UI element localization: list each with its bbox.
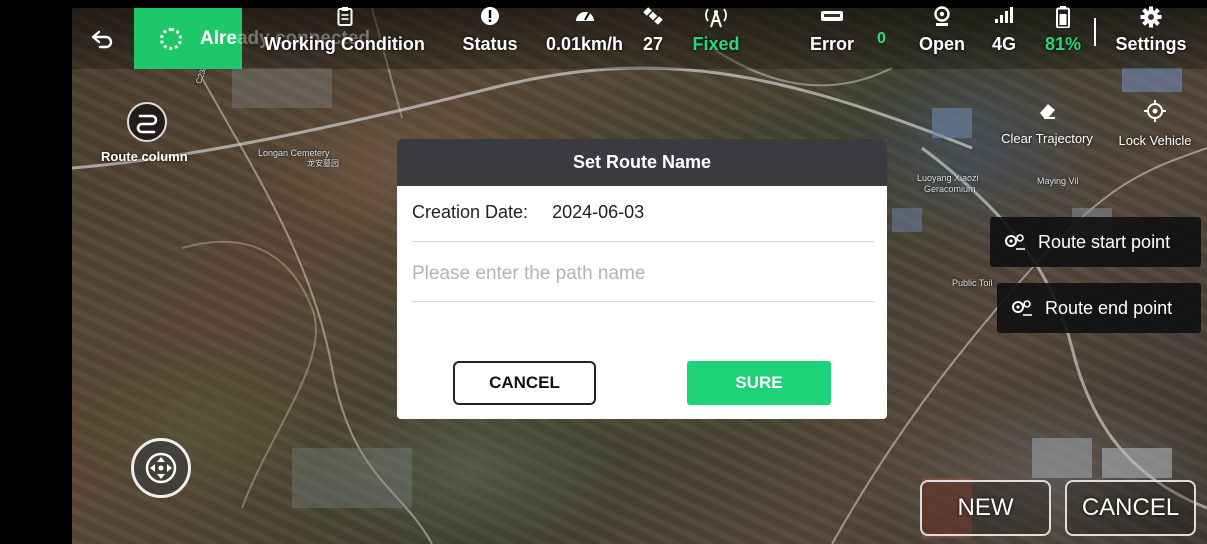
creation-date-row: Creation Date: 2024-06-03 — [412, 202, 644, 223]
loading-spinner-icon — [160, 28, 182, 50]
eraser-icon — [1040, 104, 1055, 119]
error-count-badge: 0 — [877, 30, 886, 47]
alert-icon — [458, 6, 522, 30]
vehicle-icon — [806, 6, 858, 30]
antenna-icon — [688, 6, 744, 30]
new-route-button[interactable]: NEW — [920, 480, 1051, 536]
map-label-cemetery: Longan Cemetery — [258, 148, 330, 158]
satellite-count: 27 — [638, 6, 668, 55]
creation-date-label: Creation Date: — [412, 202, 529, 222]
route-start-point-button[interactable]: Route start point — [990, 217, 1201, 267]
network-indicator: 4G — [988, 6, 1020, 55]
dialog-sure-button[interactable]: SURE — [687, 361, 831, 405]
rtk-fix-indicator: Fixed — [688, 6, 744, 55]
map-label-maying: Maying Vil — [1037, 176, 1079, 186]
dialog-divider — [412, 241, 874, 242]
battery-icon — [1039, 6, 1087, 30]
dialog-title: Set Route Name — [397, 139, 887, 186]
crosshair-icon — [1144, 100, 1166, 122]
direction-joystick[interactable] — [131, 438, 191, 498]
location-pin-icon — [914, 6, 970, 30]
dialog-cancel-button[interactable]: CANCEL — [453, 361, 596, 405]
lock-vehicle-button[interactable]: Lock Vehicle — [1112, 100, 1198, 148]
route-end-point-button[interactable]: Route end point — [997, 283, 1201, 333]
route-column-button[interactable] — [127, 102, 167, 142]
map-label-cemetery-cn: 龙安墓园 — [307, 159, 339, 168]
route-point-icon — [1012, 300, 1032, 316]
input-underline — [412, 301, 874, 302]
status-indicator[interactable]: Status — [458, 6, 522, 55]
joystick-icon — [145, 452, 177, 484]
topbar-divider — [1094, 18, 1096, 46]
speedometer-icon — [537, 6, 632, 30]
cancel-bottom-button[interactable]: CANCEL — [1065, 480, 1196, 536]
creation-date-value: 2024-06-03 — [552, 202, 645, 222]
clipboard-icon — [257, 6, 432, 30]
set-route-name-dialog: Set Route Name Creation Date: 2024-06-03 … — [397, 139, 887, 419]
route-list-icon — [136, 114, 158, 134]
gear-icon — [1110, 6, 1192, 30]
working-condition-indicator[interactable]: Working Condition — [257, 6, 432, 55]
settings-button[interactable]: Settings — [1110, 6, 1192, 55]
route-point-icon — [1005, 234, 1025, 250]
route-column-label: Route column — [101, 149, 188, 164]
route-name-input[interactable] — [412, 257, 874, 291]
left-black-border — [0, 0, 72, 544]
map-label-public-toilet: Public Toil — [952, 278, 993, 288]
clear-trajectory-button[interactable]: Clear Trajectory — [996, 100, 1098, 146]
back-icon[interactable] — [90, 28, 116, 50]
map-label-luoyang: Luoyang Xiaozi — [917, 173, 979, 183]
signal-bars-icon — [988, 6, 1020, 30]
map-label-geracomium: Geracomium — [924, 184, 976, 194]
speed-indicator: 0.01km/h — [537, 6, 632, 55]
satellite-icon — [638, 6, 668, 30]
battery-indicator: 81% — [1039, 6, 1087, 55]
error-indicator[interactable]: Error — [806, 6, 858, 55]
light-indicator[interactable]: Open — [914, 6, 970, 55]
